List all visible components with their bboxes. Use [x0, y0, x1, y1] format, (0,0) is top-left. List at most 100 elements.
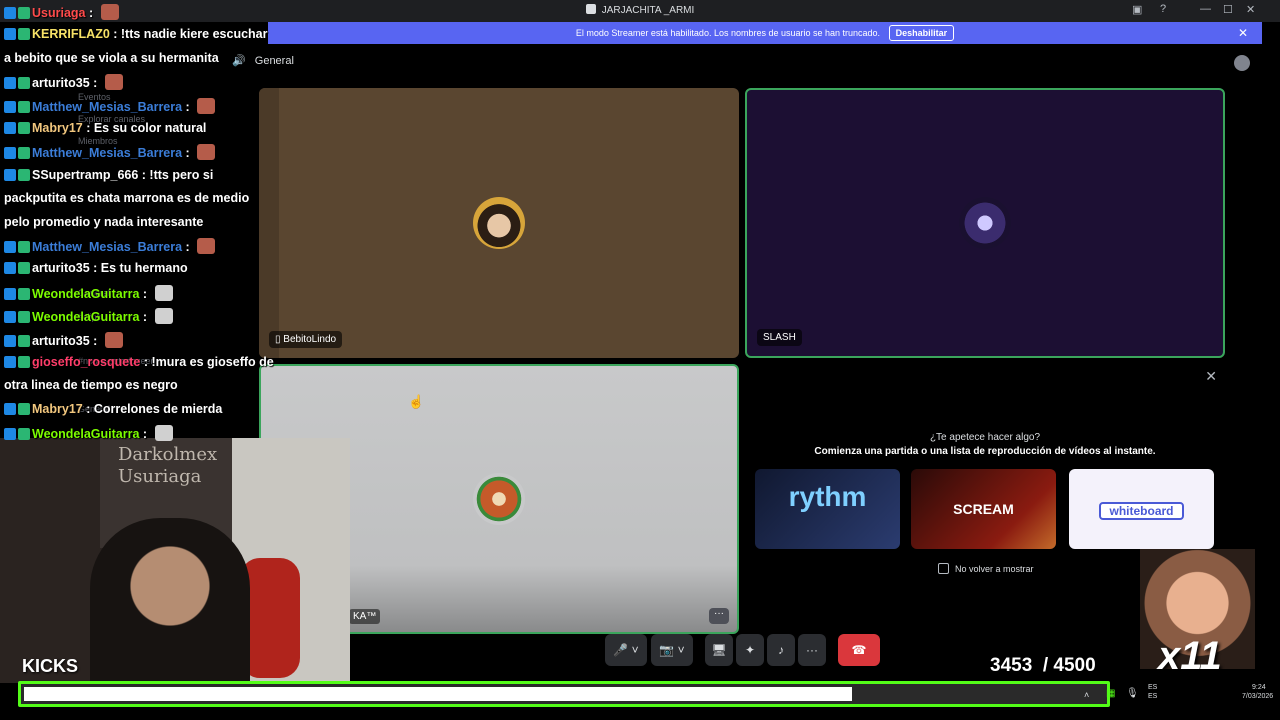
- chat-message: Mabry17 : Correlones de mierda: [4, 402, 222, 416]
- chat-text: !mura es gioseffo de: [151, 355, 274, 369]
- activity-card-rythm[interactable]: rythm: [755, 469, 900, 549]
- close-activity-icon[interactable]: ✕: [1205, 368, 1217, 385]
- user-settings-icon[interactable]: [1234, 55, 1250, 71]
- streamer-webcam: Darkolmex Usuriaga KICKS: [0, 438, 350, 683]
- chat-username[interactable]: WeondelaGuitarra: [32, 310, 139, 324]
- chat-username[interactable]: KERRIFLAZ0: [32, 27, 110, 41]
- chat-message: arturito35 :: [4, 331, 123, 348]
- mic-icon: 🎤: [613, 643, 629, 657]
- minimize-icon[interactable]: —: [1200, 3, 1211, 15]
- microphone-icon[interactable]: 🎙: [1126, 688, 1139, 699]
- goal-current: 3453: [990, 655, 1033, 676]
- goal-counter: 3453 / 4500: [990, 655, 1096, 677]
- chevron-down-icon[interactable]: ˅: [628, 643, 639, 657]
- disconnect-button[interactable]: ☎: [838, 634, 880, 666]
- chat-message: pelo promedio y nada interesante: [4, 215, 203, 229]
- chat-username[interactable]: Matthew_Mesias_Barrera: [32, 146, 182, 160]
- screen-share-icon: 🖥: [711, 643, 727, 657]
- goal-progress-bar: [18, 681, 1110, 707]
- chat-separator: :: [82, 121, 94, 135]
- camera-off-icon: 📷: [659, 643, 675, 657]
- subscriber-badge-icon: [4, 334, 16, 347]
- chat-separator: :: [182, 146, 194, 161]
- activity-question: ¿Te apetece hacer algo?: [929, 432, 1041, 443]
- mod-badge-icon: [18, 262, 30, 275]
- chat-username[interactable]: Matthew_Mesias_Barrera: [32, 100, 182, 114]
- video-tile-bebitolindo[interactable]: ▯ BebitoLindo: [259, 88, 739, 358]
- subscriber-badge-icon: [4, 168, 16, 181]
- clock-time[interactable]: 9:24: [1252, 684, 1266, 691]
- language-indicator-2: ES: [1148, 693, 1158, 700]
- card-label: SCREAM: [953, 501, 1014, 517]
- goal-total: / 4500: [1042, 655, 1096, 676]
- clock-date[interactable]: 7/03/2026: [1242, 693, 1273, 700]
- more-options-icon[interactable]: ···: [709, 608, 729, 624]
- activity-card-scream[interactable]: SCREAM: [911, 469, 1056, 549]
- language-indicator[interactable]: ES: [1148, 684, 1157, 691]
- mod-badge-icon: [18, 100, 30, 113]
- chat-username[interactable]: arturito35: [32, 334, 90, 348]
- soundboard-icon: ♪: [778, 643, 784, 657]
- chat-username[interactable]: Matthew_Mesias_Barrera: [32, 240, 182, 254]
- chat-message: Usuriaga :: [4, 4, 119, 20]
- avatar: [473, 197, 525, 249]
- chat-username[interactable]: arturito35: [32, 261, 90, 275]
- chevron-up-icon[interactable]: ˄: [1084, 690, 1089, 700]
- chat-separator: :: [140, 355, 152, 369]
- screen-share-button[interactable]: 🖥: [705, 634, 733, 666]
- chat-username[interactable]: Mabry17: [32, 121, 83, 135]
- participant-name: ▯ BebitoLindo: [269, 331, 343, 348]
- chat-text: a bebito que se viola a su hermanita: [4, 50, 219, 65]
- mod-badge-icon: [18, 334, 30, 347]
- subscriber-badge-icon: [4, 287, 16, 300]
- chat-message: packputita es chata marrona es de medio: [4, 191, 249, 205]
- chat-username[interactable]: gioseffo_rosquete: [32, 355, 140, 369]
- avatar: [473, 473, 525, 525]
- emote-icon: [154, 308, 173, 325]
- close-icon[interactable]: ✕: [1246, 3, 1255, 16]
- chevron-down-icon[interactable]: ˅: [674, 643, 685, 657]
- chat-username[interactable]: SSupertramp_666: [32, 168, 138, 182]
- chat-text: Correlones de mierda: [93, 401, 223, 416]
- help-icon[interactable]: ?: [1160, 3, 1166, 15]
- banner-text: El modo Streamer está habilitado. Los no…: [575, 28, 881, 38]
- mic-button[interactable]: 🎤 ˅: [605, 634, 647, 666]
- subscriber-badge-icon: [4, 147, 16, 160]
- mod-badge-icon: [18, 428, 30, 441]
- video-tile-slash[interactable]: SLASH: [745, 88, 1225, 358]
- maximize-icon[interactable]: ☐: [1223, 3, 1233, 16]
- stream-chat-overlay: Usuriaga : KERRIFLAZ0 : !tts nadie kiere…: [0, 0, 274, 460]
- activities-icon: ✦: [744, 643, 756, 657]
- chat-separator: :: [82, 401, 94, 416]
- chat-username[interactable]: arturito35: [32, 76, 90, 90]
- activities-button[interactable]: ✦: [736, 634, 764, 666]
- emote-icon: [154, 425, 173, 442]
- emote-icon: [104, 74, 123, 91]
- banner-close-icon[interactable]: ✕: [1238, 22, 1248, 44]
- emote-icon: [100, 4, 119, 20]
- chat-message: WeondelaGuitarra :: [4, 308, 173, 325]
- subscriber-badge-icon: [4, 7, 16, 19]
- soundboard-button[interactable]: ♪: [767, 634, 795, 666]
- dont-show-again[interactable]: No volver a mostrar: [938, 563, 1034, 574]
- checkbox[interactable]: [938, 563, 949, 574]
- chat-username[interactable]: Usuriaga: [32, 6, 86, 20]
- chat-text: packputita es chata marrona es de medio: [4, 191, 250, 206]
- mod-badge-icon: [18, 28, 30, 41]
- camera-button[interactable]: 📷 ˅: [651, 634, 693, 666]
- chat-message: KERRIFLAZ0 : !tts nadie kiere escuchar: [4, 27, 268, 41]
- subscriber-badge-icon: [4, 311, 16, 324]
- chat-message: Matthew_Mesias_Barrera :: [4, 238, 216, 254]
- chat-separator: :: [139, 427, 151, 442]
- chat-username[interactable]: WeondelaGuitarra: [32, 287, 139, 301]
- mod-badge-icon: [18, 122, 30, 134]
- activity-card-whiteboard[interactable]: whiteboard: [1069, 469, 1214, 549]
- chat-username[interactable]: Mabry17: [32, 402, 83, 416]
- inbox-icon[interactable]: ▣: [1132, 3, 1142, 16]
- more-button[interactable]: ···: [798, 634, 826, 666]
- chat-separator: :: [89, 261, 101, 276]
- disable-streamer-button[interactable]: Deshabilitar: [888, 25, 955, 41]
- chat-username[interactable]: WeondelaGuitarra: [32, 427, 139, 441]
- emote-icon: [197, 144, 216, 161]
- network-icon[interactable]: ▦: [1106, 688, 1115, 699]
